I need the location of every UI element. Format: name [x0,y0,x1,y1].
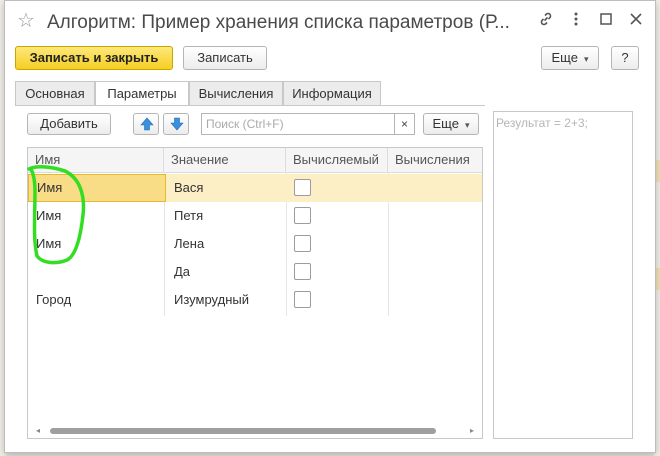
cell-name[interactable]: Имя [28,230,164,258]
computed-checkbox[interactable] [294,207,311,224]
save-and-close-button[interactable]: Записать и закрыть [15,46,173,70]
scroll-left-icon[interactable]: ◂ [36,426,40,435]
maximize-icon[interactable] [595,11,617,33]
save-button[interactable]: Записать [183,46,267,70]
computed-checkbox[interactable] [294,179,311,196]
tab-calculations[interactable]: Вычисления [189,81,283,105]
more-vert-icon[interactable] [565,11,587,33]
computed-checkbox[interactable] [294,291,311,308]
table-row[interactable]: Да [28,258,482,286]
scrollbar-thumb[interactable] [50,428,436,434]
add-button[interactable]: Добавить [27,113,111,135]
table-row[interactable]: Имя Петя [28,202,482,230]
cell-value[interactable]: Да [166,258,286,286]
chevron-down-icon: ▾ [464,120,470,130]
tab-parameters[interactable]: Параметры [95,81,189,106]
window-title: Алгоритм: Пример хранения списка парамет… [47,12,510,33]
table-more-button[interactable]: Еще ▾ [423,113,479,135]
column-header-calculations[interactable]: Вычисления [388,148,482,172]
column-header-value[interactable]: Значение [164,148,286,172]
parameters-table: Имя Значение Вычисляемый Вычисления Имя … [27,147,483,439]
cell-name[interactable]: Имя [28,202,164,230]
cell-value[interactable]: Петя [166,202,286,230]
table-row[interactable]: Город Изумрудный [28,286,482,314]
scroll-right-icon[interactable]: ▸ [470,426,474,435]
tab-info[interactable]: Информация [283,81,381,105]
search-clear-button[interactable]: × [395,113,415,135]
more-button[interactable]: Еще ▾ [541,46,599,70]
link-icon[interactable] [535,11,557,33]
form-window: ☆ Алгоритм: Пример хранения списка парам… [4,0,656,453]
move-down-button[interactable] [163,113,189,135]
column-header-name[interactable]: Имя [28,148,164,172]
horizontal-scrollbar[interactable]: ◂ ▸ [28,422,482,438]
cell-value[interactable]: Изумрудный [166,286,286,314]
cell-name[interactable]: Город [28,286,164,314]
column-header-computed[interactable]: Вычисляемый [286,148,388,172]
table-more-label: Еще [432,116,459,131]
search-input[interactable]: Поиск (Ctrl+F) [201,113,395,135]
close-icon[interactable] [625,11,647,33]
chevron-down-icon: ▾ [583,54,589,64]
more-button-label: Еще [551,50,578,65]
computed-checkbox[interactable] [294,263,311,280]
move-up-button[interactable] [133,113,159,135]
table-row[interactable]: Имя Вася [28,174,482,202]
result-field[interactable]: Результат = 2+3; [493,111,633,439]
help-button[interactable]: ? [611,46,639,70]
arrow-up-icon [140,117,154,131]
title-bar: ☆ Алгоритм: Пример хранения списка парам… [5,1,655,43]
result-placeholder: Результат = 2+3; [496,116,588,130]
table-row[interactable]: Имя Лена [28,230,482,258]
cell-value[interactable]: Лена [166,230,286,258]
computed-checkbox[interactable] [294,235,311,252]
star-icon[interactable]: ☆ [17,11,35,31]
table-header: Имя Значение Вычисляемый Вычисления [28,148,482,173]
tab-main[interactable]: Основная [15,81,95,105]
cell-name[interactable]: Имя [28,174,166,202]
arrow-down-icon [170,117,184,131]
cell-name[interactable] [28,258,164,286]
cell-value[interactable]: Вася [166,174,286,202]
